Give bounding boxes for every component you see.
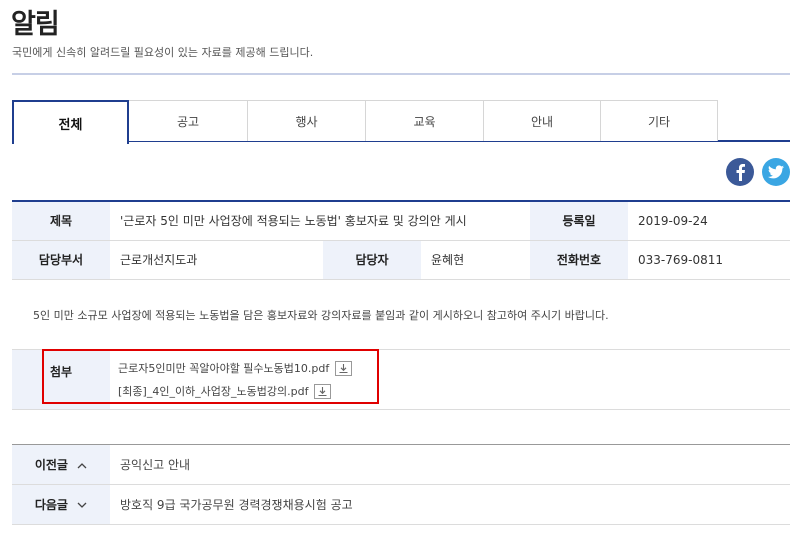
next-label-text: 다음글 bbox=[34, 498, 68, 512]
attachment-label: 첨부 bbox=[50, 365, 73, 379]
post-navigation: 이전글 공익신고 안내 다음글 방호직 9급 국가공무원 경력경쟁채용시험 공고 bbox=[12, 444, 790, 525]
department-value: 근로개선지도과 bbox=[110, 240, 323, 280]
twitter-share-button[interactable] bbox=[762, 158, 790, 186]
post-title-row: 제목 '근로자 5인 미만 사업장에 적용되는 노동법' 홍보자료 및 강의안 … bbox=[12, 201, 790, 241]
chevron-up-icon bbox=[77, 463, 87, 469]
facebook-icon bbox=[736, 164, 745, 181]
download-icon bbox=[318, 386, 327, 396]
chevron-down-icon bbox=[77, 502, 87, 508]
page-title: 알림 bbox=[11, 9, 60, 40]
post-meta-row: 담당부서 근로개선지도과 담당자 윤혜현 전화번호 033-769-0811 bbox=[12, 240, 790, 280]
next-post-link[interactable]: 방호직 9급 국가공무원 경력경쟁채용시험 공고 bbox=[120, 498, 353, 512]
post-title: '근로자 5인 미만 사업장에 적용되는 노동법' 홍보자료 및 강의안 게시 bbox=[110, 201, 530, 241]
department-label: 담당부서 bbox=[12, 240, 110, 280]
tab-notice[interactable]: 공고 bbox=[129, 100, 248, 141]
reg-date-label: 등록일 bbox=[530, 201, 628, 241]
download-button[interactable] bbox=[314, 383, 332, 399]
category-tabs: 전체 공고 행사 교육 안내 기타 bbox=[12, 100, 790, 144]
prev-post-link[interactable]: 공익신고 안내 bbox=[120, 458, 190, 472]
manager-value: 윤혜현 bbox=[421, 240, 530, 280]
attachment-link[interactable]: [최종]_4인_이하_사업장_노동법강의.pdf bbox=[118, 383, 308, 399]
attachment-section: 첨부 근로자5인미만 꼭알아야할 필수노동법10.pdf [최종]_4인_이하_… bbox=[12, 349, 790, 410]
tab-event[interactable]: 행사 bbox=[248, 100, 366, 141]
download-icon bbox=[339, 363, 348, 373]
next-post-label: 다음글 bbox=[12, 484, 110, 525]
reg-date-value: 2019-09-24 bbox=[628, 201, 790, 241]
page-description: 국민에게 신속히 알려드릴 필요성이 있는 자료를 제공해 드립니다. bbox=[12, 46, 314, 59]
phone-value: 033-769-0811 bbox=[628, 240, 790, 280]
phone-label: 전화번호 bbox=[530, 240, 628, 280]
facebook-share-button[interactable] bbox=[726, 158, 754, 186]
tab-education[interactable]: 교육 bbox=[366, 100, 484, 141]
prev-post-row: 이전글 공익신고 안내 bbox=[12, 444, 790, 485]
attachment-item: 근로자5인미만 꼭알아야할 필수노동법10.pdf bbox=[118, 360, 353, 376]
tab-etc[interactable]: 기타 bbox=[601, 100, 718, 141]
tab-guide[interactable]: 안내 bbox=[484, 100, 601, 141]
twitter-icon bbox=[768, 165, 784, 179]
prev-label-text: 이전글 bbox=[34, 458, 68, 472]
post-body: 5인 미만 소규모 사업장에 적용되는 노동법을 담은 홍보자료와 강의자료를 … bbox=[33, 309, 609, 322]
attachment-item: [최종]_4인_이하_사업장_노동법강의.pdf bbox=[118, 383, 332, 399]
next-post-row: 다음글 방호직 9급 국가공무원 경력경쟁채용시험 공고 bbox=[12, 484, 790, 525]
title-divider bbox=[12, 73, 790, 75]
prev-post-label: 이전글 bbox=[12, 444, 110, 485]
tab-all[interactable]: 전체 bbox=[12, 100, 129, 144]
title-label: 제목 bbox=[12, 201, 110, 241]
post-info-table: 제목 '근로자 5인 미만 사업장에 적용되는 노동법' 홍보자료 및 강의안 … bbox=[12, 200, 790, 280]
manager-label: 담당자 bbox=[323, 240, 421, 280]
download-button[interactable] bbox=[335, 360, 353, 376]
attachment-link[interactable]: 근로자5인미만 꼭알아야할 필수노동법10.pdf bbox=[118, 360, 329, 376]
